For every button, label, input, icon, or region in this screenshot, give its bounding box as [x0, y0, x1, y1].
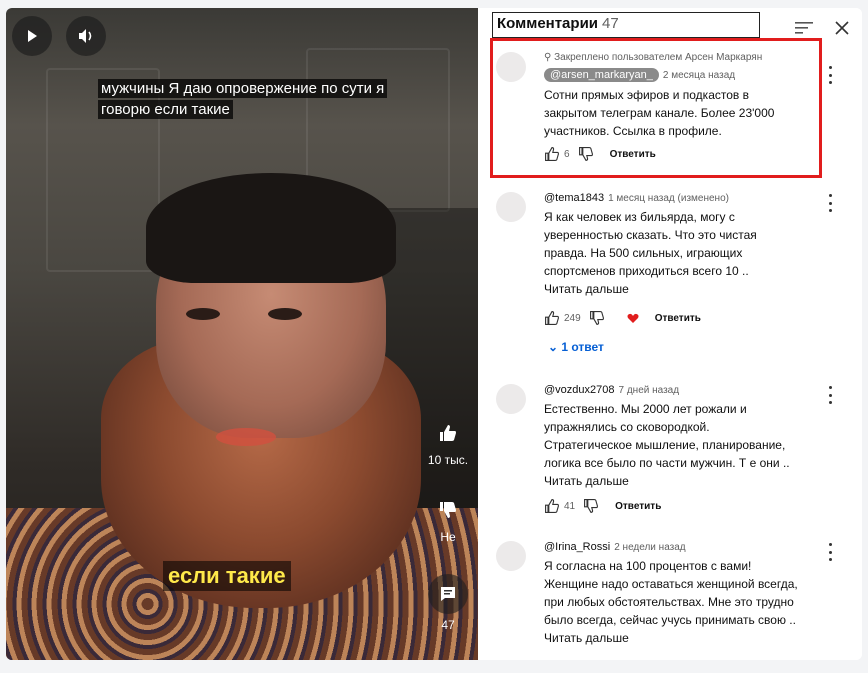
thumb-down-icon[interactable] — [578, 146, 594, 162]
close-icon — [835, 21, 849, 35]
panel-header: Комментарии 47 — [492, 12, 760, 38]
reply-button[interactable]: Ответить — [615, 501, 661, 512]
comment-icon — [441, 587, 455, 601]
thumb-down-icon[interactable] — [583, 498, 599, 514]
comments-panel: Комментарии 47 ⚲ Закреплено пользователем… — [478, 8, 862, 660]
view-replies-button[interactable]: ⌄ 1 ответ — [548, 340, 799, 354]
play-icon — [28, 30, 37, 42]
comment-time[interactable]: 1 месяц назад (изменено) — [608, 193, 729, 204]
panel-comment-count: 47 — [602, 15, 619, 32]
comments-button[interactable] — [428, 574, 468, 614]
video-caption-top: мужчины Я даю опровержение по сути я гов… — [98, 78, 428, 120]
pinned-label: ⚲ Закреплено пользователем Арсен Маркаря… — [544, 52, 763, 63]
reply-button[interactable]: Ответить — [655, 313, 701, 324]
like-action[interactable]: 10 тыс. — [426, 413, 470, 467]
comment-time[interactable]: 2 недели назад — [614, 542, 685, 553]
like-count: 10 тыс. — [427, 453, 469, 467]
pin-icon: ⚲ — [544, 52, 555, 63]
hair — [146, 173, 396, 283]
left-eye — [186, 308, 220, 320]
comments-action[interactable]: 47 — [426, 574, 470, 632]
sort-button[interactable] — [792, 16, 816, 40]
right-eye — [268, 308, 302, 320]
comment-text: Естественно. Мы 2000 лет рожали и упражн… — [544, 402, 790, 470]
panel-title: Комментарии — [497, 15, 599, 32]
comment-text: Я согласна на 100 процентов с вами! Женщ… — [544, 559, 798, 627]
sort-icon — [795, 22, 813, 34]
thumb-up-icon[interactable] — [544, 310, 560, 326]
read-more-link[interactable]: Читать дальше — [544, 282, 799, 296]
comment-menu-button[interactable] — [824, 386, 836, 404]
dislike-button[interactable] — [428, 490, 468, 530]
comment-time[interactable]: 2 месяца назад — [663, 70, 735, 81]
thumb-down-icon[interactable] — [589, 310, 605, 326]
comment-author[interactable]: @Irina_Rossi — [544, 541, 610, 553]
dislike-label: Не — [440, 530, 456, 544]
read-more-link[interactable]: Читать дальше — [544, 474, 799, 488]
like-button[interactable] — [428, 413, 468, 453]
dislike-action[interactable]: Не — [426, 490, 470, 544]
comment-menu-button[interactable] — [824, 194, 836, 212]
screenshot-frame: мужчины Я даю опровержение по сути я гов… — [6, 8, 862, 660]
chevron-down-icon: ⌄ — [548, 340, 562, 354]
comment-author[interactable]: @tema1843 — [544, 192, 604, 204]
thumb-up-icon — [440, 425, 456, 441]
comment-author[interactable]: @vozdux2708 — [544, 384, 615, 396]
video-player[interactable]: мужчины Я даю опровержение по сути я гов… — [6, 8, 478, 660]
thumb-up-icon[interactable] — [544, 146, 560, 162]
like-count: 249 — [564, 312, 581, 324]
avatar[interactable] — [496, 52, 526, 82]
thumb-down-icon — [440, 502, 456, 518]
close-button[interactable] — [830, 16, 854, 40]
comment-author[interactable]: @arsen_markaryan_ — [544, 68, 659, 82]
comments-count: 47 — [441, 618, 455, 632]
like-count: 6 — [564, 148, 570, 160]
comment-menu-button[interactable] — [824, 66, 836, 84]
comment-menu-button[interactable] — [824, 543, 836, 561]
avatar[interactable] — [496, 384, 526, 414]
thumb-up-icon[interactable] — [544, 498, 560, 514]
volume-button[interactable] — [66, 16, 106, 56]
video-caption-bottom: если такие — [163, 561, 291, 591]
avatar[interactable] — [496, 192, 526, 222]
avatar[interactable] — [496, 541, 526, 571]
creator-heart-icon — [627, 313, 639, 323]
play-button[interactable] — [12, 16, 52, 56]
comment-time[interactable]: 7 дней назад — [619, 385, 680, 396]
volume-icon — [79, 29, 92, 43]
like-count: 41 — [564, 500, 576, 512]
read-more-link[interactable]: Читать дальше — [544, 631, 799, 645]
reply-button[interactable]: Ответить — [610, 149, 656, 160]
mouth — [216, 428, 276, 446]
comment-text: Сотни прямых эфиров и подкастов в закрыт… — [544, 88, 775, 138]
comment-text: Я как человек из бильярда, могу с уверен… — [544, 210, 757, 278]
